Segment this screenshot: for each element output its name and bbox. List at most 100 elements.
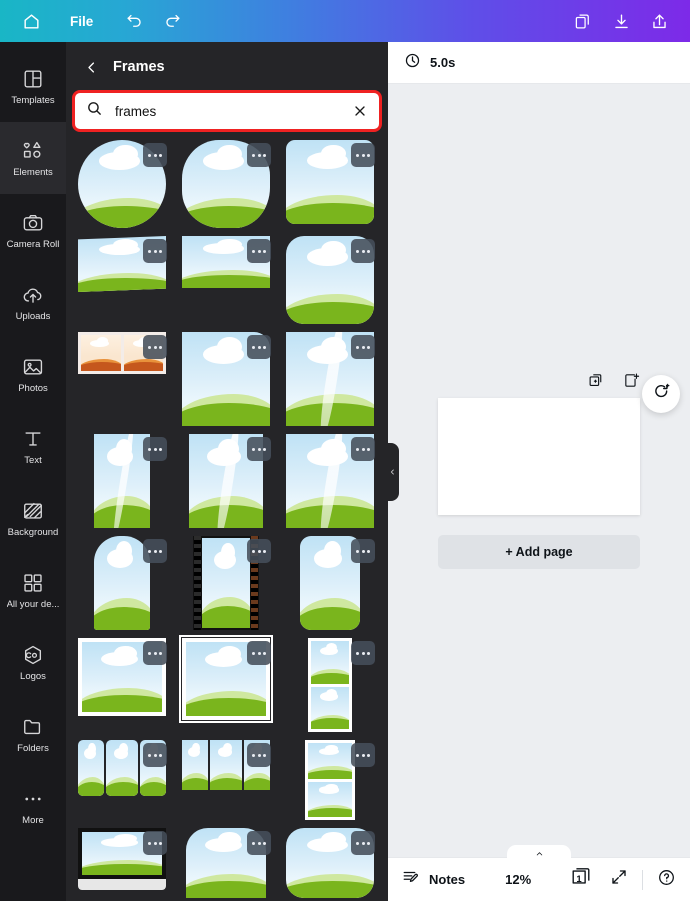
search-input[interactable] xyxy=(115,103,340,119)
collapse-panel-button[interactable] xyxy=(386,442,399,501)
sidebar-item-photos[interactable]: Photos xyxy=(0,338,66,410)
frame-options-button[interactable] xyxy=(351,831,375,855)
frame-item[interactable] xyxy=(74,140,170,228)
frame-options-button[interactable] xyxy=(143,641,167,665)
sidebar-item-all-your-de[interactable]: All your de... xyxy=(0,554,66,626)
sidebar-item-text[interactable]: Text xyxy=(0,410,66,482)
frame-item[interactable] xyxy=(74,236,170,292)
notes-button[interactable]: Notes xyxy=(402,868,465,891)
sidebar-item-camera-roll[interactable]: Camera Roll xyxy=(0,194,66,266)
frame-options-button[interactable] xyxy=(143,743,167,767)
frame-options-button[interactable] xyxy=(143,239,167,263)
sidebar-item-label: Elements xyxy=(13,167,53,178)
stage-body[interactable]: + Add page xyxy=(388,84,690,857)
clear-search-icon[interactable] xyxy=(352,103,368,119)
redo-button[interactable] xyxy=(155,4,189,38)
frame-item[interactable] xyxy=(74,536,170,630)
search-icon xyxy=(86,100,103,122)
frame-item[interactable] xyxy=(74,828,170,890)
frame-preview-image xyxy=(311,686,349,729)
canvas-stage: 5.0s + Add page Notes 12% 1 xyxy=(388,42,690,901)
search-box[interactable] xyxy=(72,90,382,132)
frame-preview-image xyxy=(81,335,121,371)
canva-editor: File Templates Elements Camera Roll Uplo… xyxy=(0,0,690,901)
duplicate-page-icon[interactable] xyxy=(588,372,605,389)
page-duration[interactable]: 5.0s xyxy=(430,55,455,70)
share-button[interactable] xyxy=(642,4,676,38)
download-button[interactable] xyxy=(604,4,638,38)
frame-options-button[interactable] xyxy=(247,831,271,855)
text-icon xyxy=(22,427,44,451)
frame-options-button[interactable] xyxy=(351,437,375,461)
magic-assistant-icon xyxy=(652,382,671,406)
frame-item[interactable] xyxy=(178,332,274,426)
background-icon xyxy=(22,499,44,523)
page-manager-button[interactable]: 1 xyxy=(570,866,592,893)
sidebar-item-logos[interactable]: Logos xyxy=(0,626,66,698)
frame-options-button[interactable] xyxy=(247,437,271,461)
sidebar-item-more[interactable]: More xyxy=(0,770,66,842)
add-page-icon[interactable] xyxy=(623,372,640,389)
frame-options-button[interactable] xyxy=(351,641,375,665)
help-button[interactable] xyxy=(657,868,676,892)
frame-item[interactable] xyxy=(282,740,378,820)
file-menu-button[interactable]: File xyxy=(58,8,105,35)
frame-options-button[interactable] xyxy=(247,641,271,665)
magic-assistant-button[interactable] xyxy=(642,374,680,413)
frame-options-button[interactable] xyxy=(351,335,375,359)
frame-item[interactable] xyxy=(282,434,378,528)
frame-item[interactable] xyxy=(178,536,274,630)
frame-item[interactable] xyxy=(178,828,274,898)
editor-body: Templates Elements Camera Roll Uploads Photo… xyxy=(0,42,690,901)
frame-item[interactable] xyxy=(74,434,170,528)
frame-options-button[interactable] xyxy=(351,239,375,263)
frame-options-button[interactable] xyxy=(247,743,271,767)
duplicate-button[interactable] xyxy=(566,4,600,38)
frame-options-button[interactable] xyxy=(247,539,271,563)
undo-button[interactable] xyxy=(117,4,151,38)
frame-item[interactable] xyxy=(178,635,274,723)
fullscreen-button[interactable] xyxy=(610,868,628,891)
frame-item[interactable] xyxy=(178,236,274,288)
frame-options-button[interactable] xyxy=(143,437,167,461)
frame-item[interactable] xyxy=(178,434,274,528)
expand-footer-button[interactable] xyxy=(507,845,571,859)
sidebar-item-label: Photos xyxy=(18,383,48,394)
back-button[interactable] xyxy=(84,60,99,75)
frame-item[interactable] xyxy=(74,638,170,716)
frame-item[interactable] xyxy=(178,140,274,228)
sidebar-item-uploads[interactable]: Uploads xyxy=(0,266,66,338)
sidebar-item-label: Uploads xyxy=(15,311,51,322)
frame-item[interactable] xyxy=(282,536,378,630)
frame-item[interactable] xyxy=(282,332,378,426)
frame-item[interactable] xyxy=(282,828,378,898)
sidebar-item-templates[interactable]: Templates xyxy=(0,50,66,122)
frame-options-button[interactable] xyxy=(351,743,375,767)
search-area xyxy=(66,90,388,140)
frame-options-button[interactable] xyxy=(351,143,375,167)
sidebar-item-elements[interactable]: Elements xyxy=(0,122,66,194)
frame-options-button[interactable] xyxy=(351,539,375,563)
frame-item[interactable] xyxy=(282,140,378,224)
frame-item[interactable] xyxy=(178,740,274,790)
frame-item[interactable] xyxy=(282,638,378,732)
canvas-page[interactable] xyxy=(438,398,640,515)
home-button[interactable] xyxy=(14,4,48,38)
frame-options-button[interactable] xyxy=(247,335,271,359)
zoom-level[interactable]: 12% xyxy=(505,872,531,887)
add-page-button[interactable]: + Add page xyxy=(438,535,640,569)
frame-item[interactable] xyxy=(74,332,170,374)
camera-icon xyxy=(22,211,44,235)
frame-item[interactable] xyxy=(74,740,170,796)
frame-options-button[interactable] xyxy=(143,143,167,167)
frame-item[interactable] xyxy=(282,236,378,324)
frame-options-button[interactable] xyxy=(143,831,167,855)
frame-options-button[interactable] xyxy=(143,335,167,359)
frame-options-button[interactable] xyxy=(247,143,271,167)
notes-label: Notes xyxy=(429,872,466,887)
sidebar-item-background[interactable]: Background xyxy=(0,482,66,554)
frame-options-button[interactable] xyxy=(143,539,167,563)
frame-options-button[interactable] xyxy=(247,239,271,263)
sidebar-item-folders[interactable]: Folders xyxy=(0,698,66,770)
frames-results-scroll[interactable] xyxy=(66,140,388,901)
